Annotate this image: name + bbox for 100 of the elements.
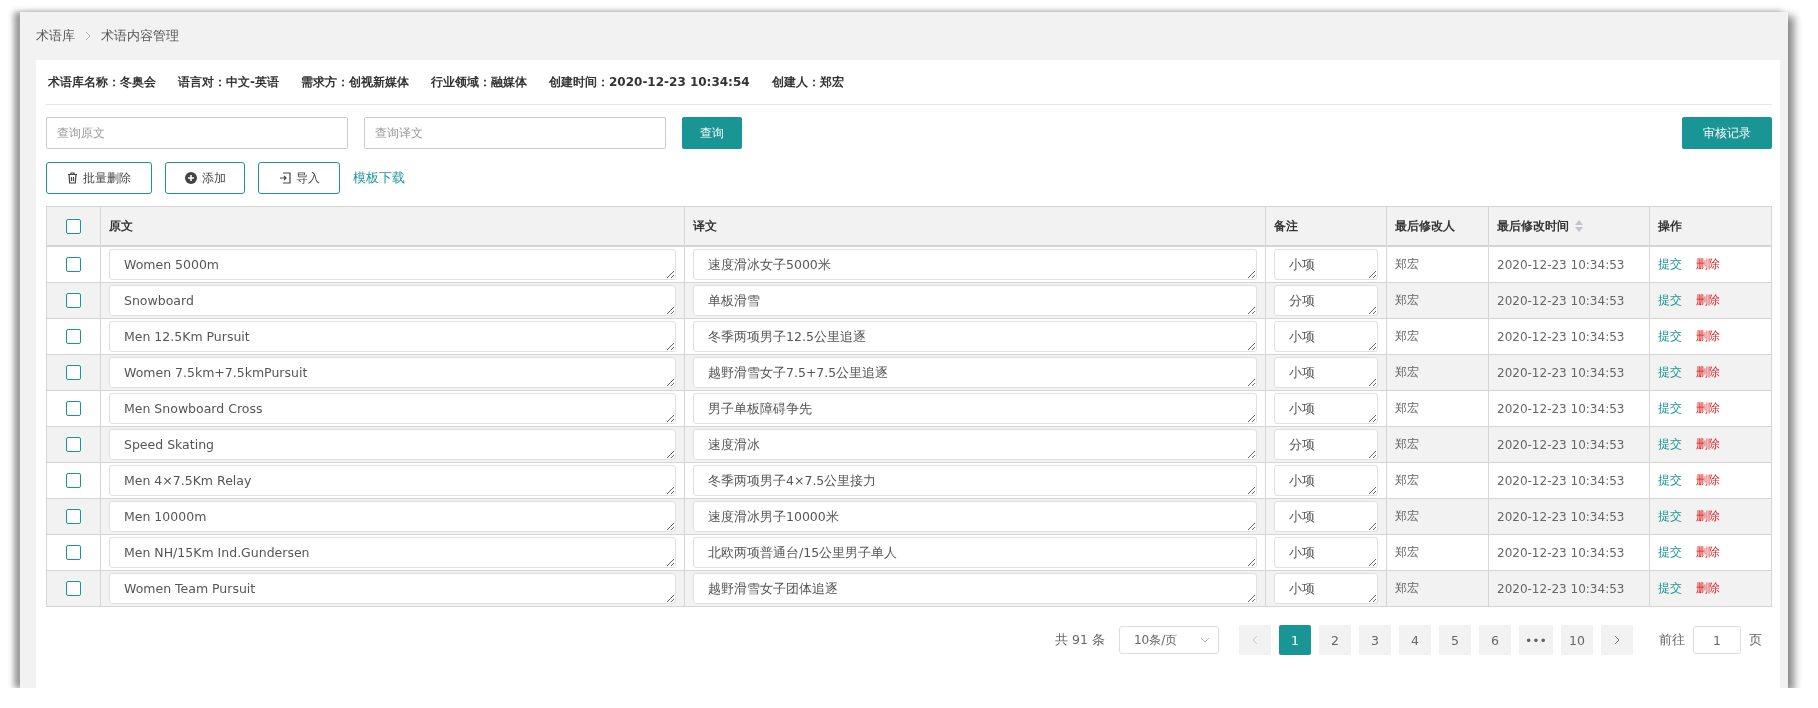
- chevron-right-icon: [1614, 635, 1620, 645]
- page-suffix: 页: [1749, 631, 1762, 649]
- import-button[interactable]: 导入: [258, 162, 340, 194]
- page-button[interactable]: 2: [1318, 625, 1351, 655]
- source-text-area[interactable]: Women 5000m: [109, 249, 676, 280]
- target-text-area[interactable]: 冬季两项男子4×7.5公里接力: [693, 465, 1257, 496]
- target-text-area[interactable]: 单板滑雪: [693, 285, 1257, 316]
- source-text-area[interactable]: Men Snowboard Cross: [109, 393, 676, 424]
- modified-time: 2020-12-23 10:34:53: [1497, 545, 1625, 560]
- source-text-area[interactable]: Men 12.5Km Pursuit: [109, 321, 676, 352]
- row-checkbox[interactable]: [66, 401, 81, 416]
- chevron-left-icon: [1251, 635, 1258, 645]
- delete-link[interactable]: 删除: [1696, 365, 1720, 379]
- row-checkbox[interactable]: [66, 545, 81, 560]
- target-text-area[interactable]: 越野滑雪女子7.5+7.5公里追逐: [693, 357, 1257, 388]
- row-checkbox[interactable]: [66, 473, 81, 488]
- editor-name: 郑宏: [1395, 293, 1419, 307]
- page-button[interactable]: 10: [1561, 625, 1593, 655]
- submit-link[interactable]: 提交: [1658, 257, 1682, 271]
- target-text-area[interactable]: 越野滑雪女子团体追逐: [693, 573, 1257, 604]
- submit-link[interactable]: 提交: [1658, 401, 1682, 415]
- page-button[interactable]: 6: [1478, 625, 1511, 655]
- submit-link[interactable]: 提交: [1658, 545, 1682, 559]
- source-text-area[interactable]: Men 4×7.5Km Relay: [109, 465, 676, 496]
- note-text-area[interactable]: 小项: [1274, 249, 1378, 280]
- row-checkbox[interactable]: [66, 437, 81, 452]
- modified-time: 2020-12-23 10:34:53: [1497, 437, 1625, 452]
- row-checkbox[interactable]: [66, 509, 81, 524]
- breadcrumb-link[interactable]: 术语库: [36, 27, 75, 45]
- plus-circle-icon: [184, 172, 197, 184]
- audit-record-button[interactable]: 审核记录: [1682, 117, 1772, 149]
- target-search-field[interactable]: 查询译文: [364, 117, 666, 149]
- row-checkbox[interactable]: [66, 293, 81, 308]
- editor-name: 郑宏: [1395, 437, 1419, 451]
- select-all-checkbox[interactable]: [66, 218, 81, 234]
- note-text-area[interactable]: 小项: [1274, 465, 1378, 496]
- template-download-link[interactable]: 模板下载: [353, 169, 405, 187]
- modified-time: 2020-12-23 10:34:53: [1497, 329, 1625, 344]
- submit-link[interactable]: 提交: [1658, 329, 1682, 343]
- editor-name: 郑宏: [1395, 257, 1419, 271]
- chevron-right-icon: [85, 31, 91, 41]
- column-header: 最后修改人: [1395, 218, 1455, 233]
- goto-page-field[interactable]: 1: [1693, 626, 1741, 654]
- page-size-select[interactable]: 10条/页: [1118, 626, 1219, 654]
- delete-link[interactable]: 删除: [1696, 329, 1720, 343]
- target-text-area[interactable]: 北欧两项普通台/15公里男子单人: [693, 537, 1257, 568]
- note-text-area[interactable]: 分项: [1274, 285, 1378, 316]
- page-button[interactable]: 5: [1438, 625, 1471, 655]
- column-header: 最后修改时间: [1497, 217, 1569, 235]
- editor-name: 郑宏: [1395, 329, 1419, 343]
- column-header: 备注: [1274, 218, 1298, 233]
- delete-link[interactable]: 删除: [1696, 401, 1720, 415]
- modified-time: 2020-12-23 10:34:53: [1497, 581, 1625, 596]
- modified-time: 2020-12-23 10:34:53: [1497, 293, 1625, 308]
- row-checkbox[interactable]: [66, 581, 81, 596]
- source-text-area[interactable]: Men 10000m: [109, 501, 676, 532]
- delete-link[interactable]: 删除: [1696, 581, 1720, 595]
- source-text-area[interactable]: Women Team Pursuit: [109, 573, 676, 604]
- trash-icon: [67, 172, 78, 184]
- source-text-area[interactable]: Women 7.5km+7.5kmPursuit: [109, 357, 676, 388]
- target-text-area[interactable]: 冬季两项男子12.5公里追逐: [693, 321, 1257, 352]
- row-checkbox[interactable]: [66, 365, 81, 380]
- info-text: 术语库名称：冬奥会: [48, 73, 156, 91]
- note-text-area[interactable]: 小项: [1274, 357, 1378, 388]
- delete-button[interactable]: 批量删除: [46, 162, 152, 194]
- row-checkbox[interactable]: [66, 257, 81, 272]
- search-button[interactable]: 查询: [682, 117, 742, 149]
- editor-name: 郑宏: [1395, 509, 1419, 523]
- source-text-area[interactable]: Men NH/15Km Ind.Gundersen: [109, 537, 676, 568]
- page-button[interactable]: •••: [1518, 625, 1553, 655]
- info-text: 语言对：中文-英语: [178, 73, 279, 91]
- chevron-down-icon: [1199, 637, 1210, 643]
- note-text-area[interactable]: 小项: [1274, 393, 1378, 424]
- target-text-area[interactable]: 速度滑冰男子10000米: [693, 501, 1257, 532]
- delete-link[interactable]: 删除: [1696, 257, 1720, 271]
- note-text-area[interactable]: 小项: [1274, 501, 1378, 532]
- delete-link[interactable]: 删除: [1696, 293, 1720, 307]
- source-text-area[interactable]: Speed Skating: [109, 429, 676, 460]
- note-text-area[interactable]: 小项: [1274, 537, 1378, 568]
- modified-time: 2020-12-23 10:34:53: [1497, 257, 1625, 272]
- page-button[interactable]: 3: [1358, 625, 1391, 655]
- delete-link[interactable]: 删除: [1696, 473, 1720, 487]
- note-text-area[interactable]: 小项: [1274, 573, 1378, 604]
- modified-time: 2020-12-23 10:34:53: [1497, 509, 1625, 524]
- note-text-area[interactable]: 分项: [1274, 429, 1378, 460]
- note-text-area[interactable]: 小项: [1274, 321, 1378, 352]
- modified-time: 2020-12-23 10:34:53: [1497, 401, 1625, 416]
- page-button[interactable]: 1: [1278, 625, 1311, 655]
- page-button[interactable]: 4: [1398, 625, 1431, 655]
- source-search-field[interactable]: 查询原文: [46, 117, 348, 149]
- target-text-area[interactable]: 男子单板障碍争先: [693, 393, 1257, 424]
- target-text-area[interactable]: 速度滑冰: [693, 429, 1257, 460]
- add-button[interactable]: 添加: [165, 162, 245, 194]
- delete-link[interactable]: 删除: [1696, 509, 1720, 523]
- delete-link[interactable]: 删除: [1696, 545, 1720, 559]
- row-checkbox[interactable]: [66, 329, 81, 344]
- delete-link[interactable]: 删除: [1696, 437, 1720, 451]
- source-text-area[interactable]: Snowboard: [109, 285, 676, 316]
- target-text-area[interactable]: 速度滑冰女子5000米: [693, 249, 1257, 280]
- submit-link[interactable]: 提交: [1658, 473, 1682, 487]
